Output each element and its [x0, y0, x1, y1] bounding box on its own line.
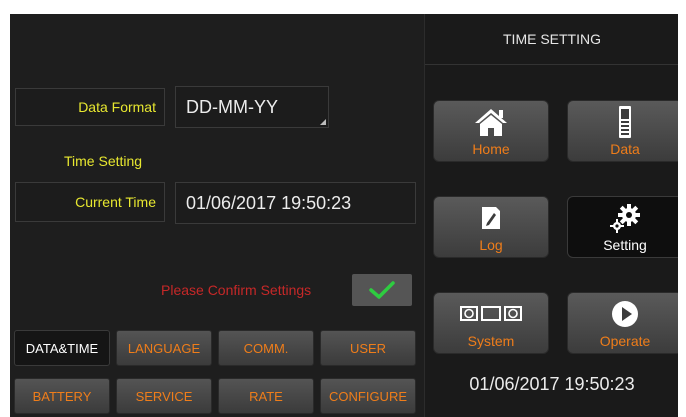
clock-display: 01/06/2017 19:50:23 — [469, 374, 635, 394]
tab-label: CONFIGURE — [329, 388, 407, 404]
confirm-settings-text: Please Confirm Settings — [161, 282, 312, 298]
tab-rate[interactable]: RATE — [218, 378, 314, 414]
tab-label: COMM. — [243, 340, 289, 356]
current-time-value: 01/06/2017 19:50:23 — [186, 192, 352, 213]
setting-button-label: Setting — [603, 237, 647, 253]
home-icon — [473, 105, 509, 139]
dropdown-corner-icon — [320, 119, 326, 125]
current-time-label: Current Time — [15, 182, 165, 222]
data-format-value: DD-MM-YY — [186, 96, 278, 117]
tab-configure[interactable]: CONFIGURE — [320, 378, 416, 414]
tab-user[interactable]: USER — [320, 330, 416, 366]
current-time-input[interactable]: 01/06/2017 19:50:23 — [175, 182, 416, 224]
time-setting-heading: Time Setting — [64, 153, 143, 169]
current-time-label-text: Current Time — [75, 194, 156, 210]
tab-language[interactable]: LANGUAGE — [116, 330, 212, 366]
play-icon — [610, 297, 640, 331]
log-button-label: Log — [479, 237, 503, 253]
data-format-label: Data Format — [15, 88, 165, 126]
tab-label: DATA&TIME — [25, 340, 99, 356]
system-button-label: System — [467, 333, 515, 349]
checkmark-icon — [369, 281, 395, 299]
battery-icon — [615, 105, 635, 139]
gears-icon — [608, 201, 642, 235]
system-button[interactable]: System — [433, 292, 549, 354]
tab-data-time[interactable]: DATA&TIME — [14, 330, 110, 366]
home-button-label: Home — [472, 141, 510, 157]
tab-label: BATTERY — [32, 388, 92, 404]
right-panel: TIME SETTING Home Data Log Setting Syste… — [424, 14, 678, 417]
home-button[interactable]: Home — [433, 100, 549, 162]
tab-label: SERVICE — [135, 388, 193, 404]
data-format-select[interactable]: DD-MM-YY — [175, 86, 329, 128]
data-format-label-text: Data Format — [78, 99, 156, 115]
tab-comm[interactable]: COMM. — [218, 330, 314, 366]
tab-label: LANGUAGE — [127, 340, 201, 356]
panel-title: TIME SETTING — [425, 14, 678, 65]
hmi-screen: Data Format DD-MM-YY Time Setting Curren… — [10, 14, 678, 417]
data-button[interactable]: Data — [567, 100, 678, 162]
operate-button[interactable]: Operate — [567, 292, 678, 354]
tab-label: USER — [349, 340, 387, 356]
log-button[interactable]: Log — [433, 196, 549, 258]
data-button-label: Data — [610, 141, 640, 157]
system-modules-icon — [460, 297, 522, 331]
log-edit-icon — [480, 201, 502, 235]
tab-service[interactable]: SERVICE — [116, 378, 212, 414]
confirm-button[interactable] — [352, 274, 412, 306]
tab-label: RATE — [249, 388, 283, 404]
setting-button[interactable]: Setting — [567, 196, 678, 258]
operate-button-label: Operate — [599, 333, 651, 349]
tab-battery[interactable]: BATTERY — [14, 378, 110, 414]
